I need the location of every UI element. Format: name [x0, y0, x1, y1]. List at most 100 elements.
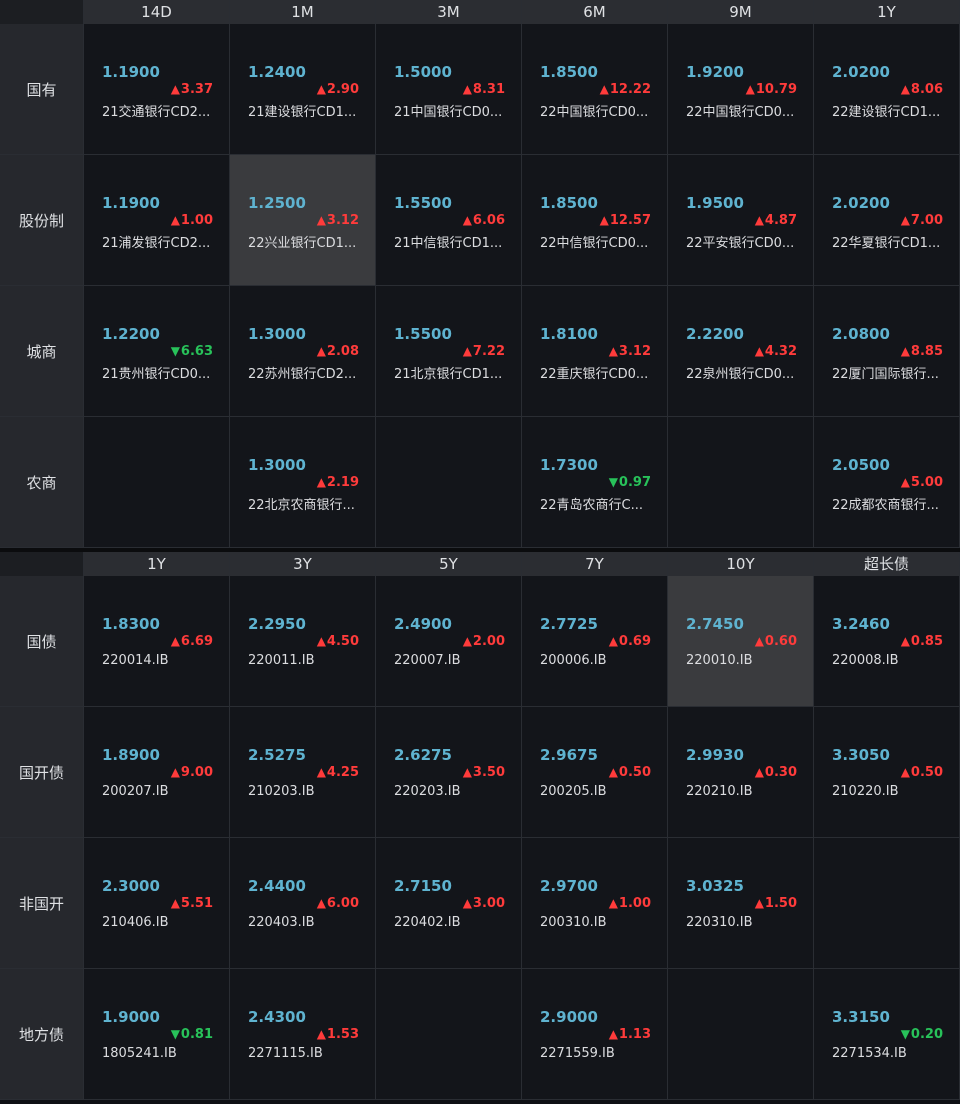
- quote-cell[interactable]: 1.5000 ▲8.31 21中国银行CD0...: [376, 24, 521, 155]
- quote-cell[interactable]: 1.1900 ▲3.37 21交通银行CD2...: [84, 24, 229, 155]
- quote-cell[interactable]: 2.3000 ▲5.51 210406.IB: [84, 838, 229, 969]
- change-value: ▲3.12: [609, 344, 651, 359]
- bond-name: 210203.IB: [248, 784, 315, 799]
- column-header[interactable]: 7Y: [522, 552, 667, 576]
- quote-cell[interactable]: 1.9200 ▲10.79 22中国银行CD0...: [668, 24, 813, 155]
- quote-cell[interactable]: 2.9700 ▲1.00 200310.IB: [522, 838, 667, 969]
- quote-cell[interactable]: 3.0325 ▲1.50 220310.IB: [668, 838, 813, 969]
- quote-cell[interactable]: 3.2460 ▲0.85 220008.IB: [814, 576, 959, 707]
- bond-name: 22中信银行CD0...: [540, 236, 649, 251]
- change-number: 1.00: [618, 896, 651, 911]
- change-number: 0.81: [180, 1027, 213, 1042]
- column-header[interactable]: 3M: [376, 0, 521, 24]
- quote-cell[interactable]: 2.2950 ▲4.50 220011.IB: [230, 576, 375, 707]
- bond-name: 21交通银行CD2...: [102, 105, 211, 120]
- change-value: ▼6.63: [171, 344, 213, 359]
- change-value: ▲5.51: [171, 896, 213, 911]
- quote-cell[interactable]: 1.9000 ▼0.81 1805241.IB: [84, 969, 229, 1100]
- change-number: 4.32: [764, 344, 797, 359]
- quote-cell[interactable]: 2.9930 ▲0.30 220210.IB: [668, 707, 813, 838]
- change-value: ▲2.00: [463, 634, 505, 649]
- quote-cell[interactable]: 2.5275 ▲4.25 210203.IB: [230, 707, 375, 838]
- quote-cell[interactable]: 2.4400 ▲6.00 220403.IB: [230, 838, 375, 969]
- quote-cell[interactable]: 1.5500 ▲7.22 21北京银行CD1...: [376, 286, 521, 417]
- column-header[interactable]: 10Y: [668, 552, 813, 576]
- yield-value: 2.0500: [832, 456, 890, 474]
- quote-cell[interactable]: 1.1900 ▲1.00 21浦发银行CD2...: [84, 155, 229, 286]
- bond-name: 22苏州银行CD2...: [248, 367, 357, 382]
- yield-value: 2.7450: [686, 615, 744, 633]
- yield-value: 1.3000: [248, 325, 306, 343]
- change-value: ▲2.90: [317, 82, 359, 97]
- column-header[interactable]: 1M: [230, 0, 375, 24]
- quote-cell[interactable]: 2.7725 ▲0.69 200006.IB: [522, 576, 667, 707]
- yield-value: 1.3000: [248, 456, 306, 474]
- change-number: 0.50: [618, 765, 651, 780]
- quote-cell[interactable]: 2.0200 ▲7.00 22华夏银行CD1...: [814, 155, 959, 286]
- yield-value: 1.8300: [102, 615, 160, 633]
- change-value: ▲4.87: [755, 213, 797, 228]
- change-number: 6.00: [326, 896, 359, 911]
- bond-name: 21贵州银行CD0...: [102, 367, 211, 382]
- quote-cell[interactable]: 1.5500 ▲6.06 21中信银行CD1...: [376, 155, 521, 286]
- row-label: 国有: [0, 24, 83, 155]
- quote-cell[interactable]: 2.0200 ▲8.06 22建设银行CD1...: [814, 24, 959, 155]
- change-value: ▲3.12: [317, 213, 359, 228]
- change-value: ▲12.22: [600, 82, 651, 97]
- column-header[interactable]: 5Y: [376, 552, 521, 576]
- column-header[interactable]: 9M: [668, 0, 813, 24]
- yield-value: 1.2200: [102, 325, 160, 343]
- change-value: ▲6.06: [463, 213, 505, 228]
- yield-value: 1.5000: [394, 63, 452, 81]
- column-header[interactable]: 1Y: [84, 552, 229, 576]
- bond-name: 22中国银行CD0...: [686, 105, 795, 120]
- quote-cell[interactable]: 2.7150 ▲3.00 220402.IB: [376, 838, 521, 969]
- quote-cell[interactable]: 1.9500 ▲4.87 22平安银行CD0...: [668, 155, 813, 286]
- quote-cell[interactable]: 1.7300 ▼0.97 22青岛农商行C...: [522, 417, 667, 548]
- change-value: ▼0.81: [171, 1027, 213, 1042]
- up-arrow-icon: ▲: [900, 634, 910, 648]
- column-header[interactable]: 3Y: [230, 552, 375, 576]
- change-number: 0.60: [764, 634, 797, 649]
- bond-name: 22平安银行CD0...: [686, 236, 795, 251]
- up-arrow-icon: ▲: [900, 82, 910, 96]
- quote-cell[interactable]: 3.3050 ▲0.50 210220.IB: [814, 707, 959, 838]
- change-value: ▲2.08: [317, 344, 359, 359]
- quote-cell[interactable]: 2.0500 ▲5.00 22成都农商银行...: [814, 417, 959, 548]
- quote-cell[interactable]: 2.9000 ▲1.13 2271559.IB: [522, 969, 667, 1100]
- quote-cell[interactable]: 1.8900 ▲9.00 200207.IB: [84, 707, 229, 838]
- column-header[interactable]: 14D: [84, 0, 229, 24]
- quote-cell[interactable]: 3.3150 ▼0.20 2271534.IB: [814, 969, 959, 1100]
- change-value: ▲7.22: [463, 344, 505, 359]
- up-arrow-icon: ▲: [754, 634, 764, 648]
- quote-cell[interactable]: 1.2400 ▲2.90 21建设银行CD1...: [230, 24, 375, 155]
- change-number: 1.00: [180, 213, 213, 228]
- quote-cell[interactable]: 1.3000 ▲2.08 22苏州银行CD2...: [230, 286, 375, 417]
- bond-name: 220014.IB: [102, 653, 169, 668]
- quote-cell[interactable]: 2.4300 ▲1.53 2271115.IB: [230, 969, 375, 1100]
- column-header[interactable]: 6M: [522, 0, 667, 24]
- change-value: ▲7.00: [901, 213, 943, 228]
- quote-cell[interactable]: 1.8500 ▲12.57 22中信银行CD0...: [522, 155, 667, 286]
- quote-cell[interactable]: 2.6275 ▲3.50 220203.IB: [376, 707, 521, 838]
- quote-cell[interactable]: 2.4900 ▲2.00 220007.IB: [376, 576, 521, 707]
- quote-cell[interactable]: 1.3000 ▲2.19 22北京农商银行...: [230, 417, 375, 548]
- quote-cell[interactable]: 2.7450 ▲0.60 220010.IB: [668, 576, 813, 707]
- quote-cell[interactable]: 2.9675 ▲0.50 200205.IB: [522, 707, 667, 838]
- quote-cell[interactable]: 2.2200 ▲4.32 22泉州银行CD0...: [668, 286, 813, 417]
- up-arrow-icon: ▲: [462, 634, 472, 648]
- quote-cell[interactable]: 1.8300 ▲6.69 220014.IB: [84, 576, 229, 707]
- up-arrow-icon: ▲: [170, 82, 180, 96]
- row-label: 国债: [0, 576, 83, 707]
- up-arrow-icon: ▲: [608, 896, 618, 910]
- quote-cell[interactable]: 2.0800 ▲8.85 22厦门国际银行...: [814, 286, 959, 417]
- quote-cell[interactable]: 1.8500 ▲12.22 22中国银行CD0...: [522, 24, 667, 155]
- bond-name: 22华夏银行CD1...: [832, 236, 941, 251]
- bond-name: 21北京银行CD1...: [394, 367, 503, 382]
- column-header[interactable]: 1Y: [814, 0, 959, 24]
- change-value: ▲0.60: [755, 634, 797, 649]
- quote-cell[interactable]: 1.8100 ▲3.12 22重庆银行CD0...: [522, 286, 667, 417]
- quote-cell[interactable]: 1.2200 ▼6.63 21贵州银行CD0...: [84, 286, 229, 417]
- column-header[interactable]: 超长债: [814, 552, 959, 576]
- quote-cell[interactable]: 1.2500 ▲3.12 22兴业银行CD1...: [230, 155, 375, 286]
